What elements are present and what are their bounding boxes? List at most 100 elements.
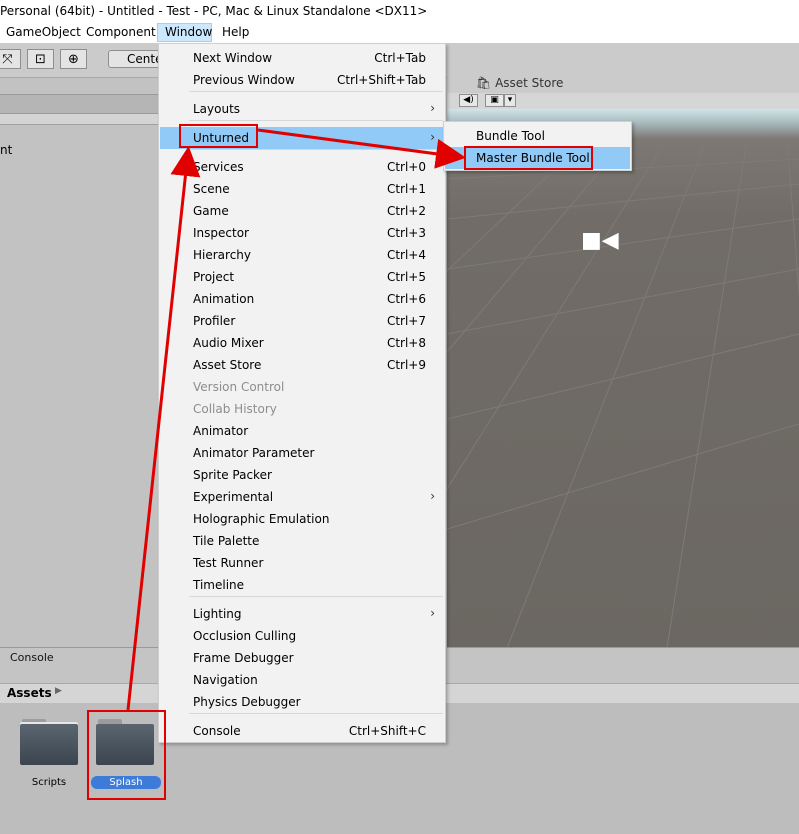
hierarchy-panel: nt bbox=[0, 78, 158, 648]
menu-item-shortcut: Ctrl+4 bbox=[386, 248, 426, 262]
menu-item-project[interactable]: Project Ctrl+5 bbox=[160, 266, 444, 288]
folder-scripts[interactable] bbox=[20, 719, 78, 765]
hierarchy-item[interactable]: nt bbox=[0, 143, 12, 157]
menu-item-timeline[interactable]: Timeline bbox=[160, 574, 444, 596]
menu-bar: GameObject Component Window Help bbox=[0, 22, 799, 44]
menu-item-inspector[interactable]: Inspector Ctrl+3 bbox=[160, 222, 444, 244]
menu-item-label: Occlusion Culling bbox=[193, 629, 297, 643]
menu-item-shortcut: Ctrl+3 bbox=[386, 226, 426, 240]
menu-item-audio-mixer[interactable]: Audio Mixer Ctrl+8 bbox=[160, 332, 444, 354]
menu-item-previous-window[interactable]: Previous Window Ctrl+Shift+Tab bbox=[160, 69, 444, 91]
chevron-right-icon: › bbox=[430, 489, 435, 503]
menu-item-shortcut: Ctrl+2 bbox=[386, 204, 426, 218]
window-menu: Next Window Ctrl+Tab Previous Window Ctrl+S… bbox=[158, 43, 446, 743]
chevron-right-icon: › bbox=[430, 130, 435, 144]
menu-item-label: Bundle Tool bbox=[476, 129, 545, 143]
menu-item-label: Navigation bbox=[193, 673, 258, 687]
menu-item-asset-store[interactable]: Asset Store Ctrl+9 bbox=[160, 354, 444, 376]
menu-item-label: Collab History bbox=[193, 402, 277, 416]
rect-tool-button[interactable]: ⊡ bbox=[27, 49, 54, 69]
menu-item-tile-palette[interactable]: Tile Palette bbox=[160, 530, 444, 552]
menu-item-frame-debugger[interactable]: Frame Debugger bbox=[160, 647, 444, 669]
menu-item-bundle-tool[interactable]: Bundle Tool bbox=[445, 125, 630, 147]
menu-item-shortcut: Ctrl+Shift+Tab bbox=[336, 73, 426, 87]
pivot-center-toggle[interactable]: Cente bbox=[108, 50, 162, 68]
menu-separator bbox=[189, 596, 443, 597]
menu-item-label: Profiler bbox=[193, 314, 236, 328]
menu-item-animator-parameter[interactable]: Animator Parameter bbox=[160, 442, 444, 464]
effects-dropdown[interactable]: ▾ bbox=[504, 94, 516, 107]
menu-item-test-runner[interactable]: Test Runner bbox=[160, 552, 444, 574]
rect-icon: ⊡ bbox=[35, 51, 46, 67]
audio-toggle[interactable]: ◀) bbox=[459, 94, 478, 107]
menu-item-services[interactable]: Services Ctrl+0 bbox=[160, 156, 444, 178]
chevron-right-icon: › bbox=[430, 101, 435, 115]
menu-item-label: Holographic Emulation bbox=[193, 512, 330, 526]
menu-item-shortcut: Ctrl+6 bbox=[386, 292, 426, 306]
menu-item-animator[interactable]: Animator bbox=[160, 420, 444, 442]
speaker-icon: ◀) bbox=[463, 95, 474, 105]
menu-item-label: Animation bbox=[193, 292, 255, 306]
scene-grid bbox=[447, 138, 799, 648]
menu-item-label: Tile Palette bbox=[193, 534, 260, 548]
menu-item-occlusion-culling[interactable]: Occlusion Culling bbox=[160, 625, 444, 647]
menu-item-layouts[interactable]: Layouts › bbox=[160, 98, 444, 120]
menu-item-shortcut: Ctrl+Tab bbox=[374, 51, 426, 65]
menu-item-label: Hierarchy bbox=[193, 248, 252, 262]
menu-item-console[interactable]: Console Ctrl+Shift+C bbox=[160, 720, 444, 742]
tab-asset-store-label: Asset Store bbox=[495, 76, 564, 90]
tab-console[interactable]: Console bbox=[10, 651, 54, 664]
transform-tool-button[interactable]: ⊕ bbox=[60, 49, 87, 69]
menu-item-label: Inspector bbox=[193, 226, 249, 240]
menu-item-label: Layouts bbox=[193, 102, 241, 116]
menu-item-label: Animator Parameter bbox=[193, 446, 315, 460]
menu-item-label: Previous Window bbox=[193, 73, 295, 87]
menu-item-label: Game bbox=[193, 204, 229, 218]
scene-view[interactable] bbox=[447, 109, 799, 648]
chevron-right-icon: ▶ bbox=[55, 686, 62, 696]
menu-item-holographic-emulation[interactable]: Holographic Emulation bbox=[160, 508, 444, 530]
effects-toggle[interactable]: ▣ bbox=[485, 94, 504, 107]
menu-item-collab-history: Collab History bbox=[160, 398, 444, 420]
menu-item-version-control: Version Control bbox=[160, 376, 444, 398]
asset-store-icon: 🛍 bbox=[476, 76, 492, 90]
menu-gameobject[interactable]: GameObject bbox=[6, 25, 81, 39]
menu-item-label: Project bbox=[193, 270, 235, 284]
menu-item-physics-debugger[interactable]: Physics Debugger bbox=[160, 691, 444, 713]
tab-asset-store[interactable]: 🛍 Asset Store bbox=[476, 76, 563, 90]
assets-label[interactable]: Assets bbox=[7, 686, 52, 700]
menu-item-next-window[interactable]: Next Window Ctrl+Tab bbox=[160, 47, 444, 69]
menu-item-label: Scene bbox=[193, 182, 230, 196]
menu-item-label: Console bbox=[193, 724, 241, 738]
menu-item-profiler[interactable]: Profiler Ctrl+7 bbox=[160, 310, 444, 332]
menu-item-label: Lighting bbox=[193, 607, 242, 621]
camera-gizmo-icon[interactable]: ■◀ bbox=[581, 228, 619, 253]
menu-item-scene[interactable]: Scene Ctrl+1 bbox=[160, 178, 444, 200]
menu-item-sprite-packer[interactable]: Sprite Packer bbox=[160, 464, 444, 486]
menu-item-game[interactable]: Game Ctrl+2 bbox=[160, 200, 444, 222]
menu-item-experimental[interactable]: Experimental › bbox=[160, 486, 444, 508]
folder-scripts-label[interactable]: Scripts bbox=[14, 777, 84, 788]
menu-item-shortcut: Ctrl+8 bbox=[386, 336, 426, 350]
menu-item-label: Test Runner bbox=[193, 556, 264, 570]
menu-item-label: Sprite Packer bbox=[193, 468, 272, 482]
scale-icon: ⤧ bbox=[2, 51, 13, 67]
menu-item-animation[interactable]: Animation Ctrl+6 bbox=[160, 288, 444, 310]
menu-item-label: Next Window bbox=[193, 51, 273, 65]
menu-separator bbox=[189, 91, 443, 92]
transform-icon: ⊕ bbox=[68, 51, 79, 67]
menu-window[interactable]: Window bbox=[157, 23, 212, 42]
chevron-down-icon: ▾ bbox=[507, 95, 513, 105]
menu-component[interactable]: Component bbox=[86, 25, 156, 39]
hierarchy-toolbar bbox=[0, 114, 158, 125]
menu-help[interactable]: Help bbox=[222, 25, 249, 39]
menu-item-shortcut: Ctrl+Shift+C bbox=[348, 724, 426, 738]
menu-item-navigation[interactable]: Navigation bbox=[160, 669, 444, 691]
menu-item-hierarchy[interactable]: Hierarchy Ctrl+4 bbox=[160, 244, 444, 266]
menu-item-label: Asset Store bbox=[193, 358, 262, 372]
annotation-box-splash-folder bbox=[87, 710, 166, 800]
hierarchy-tab-bar bbox=[0, 94, 158, 114]
menu-item-lighting[interactable]: Lighting › bbox=[160, 603, 444, 625]
menu-separator bbox=[189, 120, 443, 121]
scale-tool-button[interactable]: ⤧ bbox=[0, 49, 21, 69]
